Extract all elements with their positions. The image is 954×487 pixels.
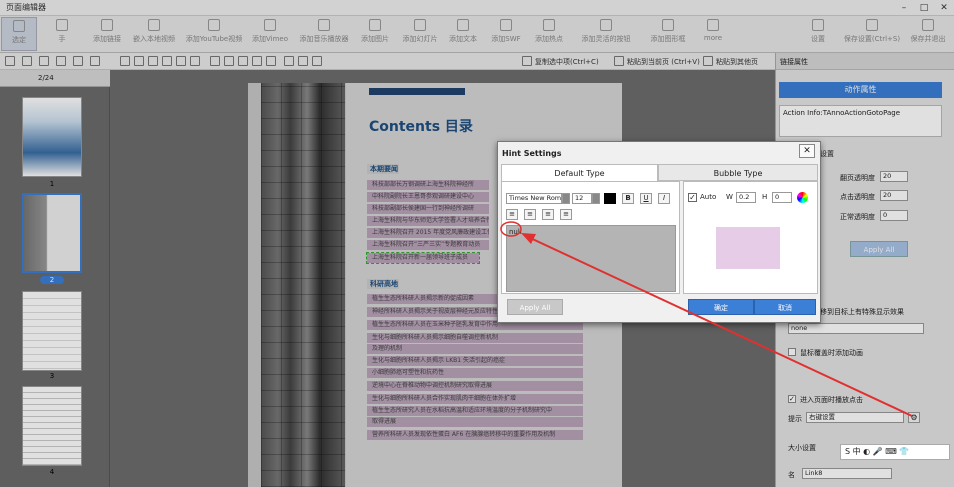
annotation-overlay	[500, 221, 913, 417]
annotation-arrow-line	[525, 235, 913, 417]
annotation-circle	[500, 221, 522, 237]
annotation-arrowhead	[521, 233, 536, 244]
ime-toolbar[interactable]: S 中 ◐ 🎤 ⌨ 👕	[840, 444, 950, 460]
